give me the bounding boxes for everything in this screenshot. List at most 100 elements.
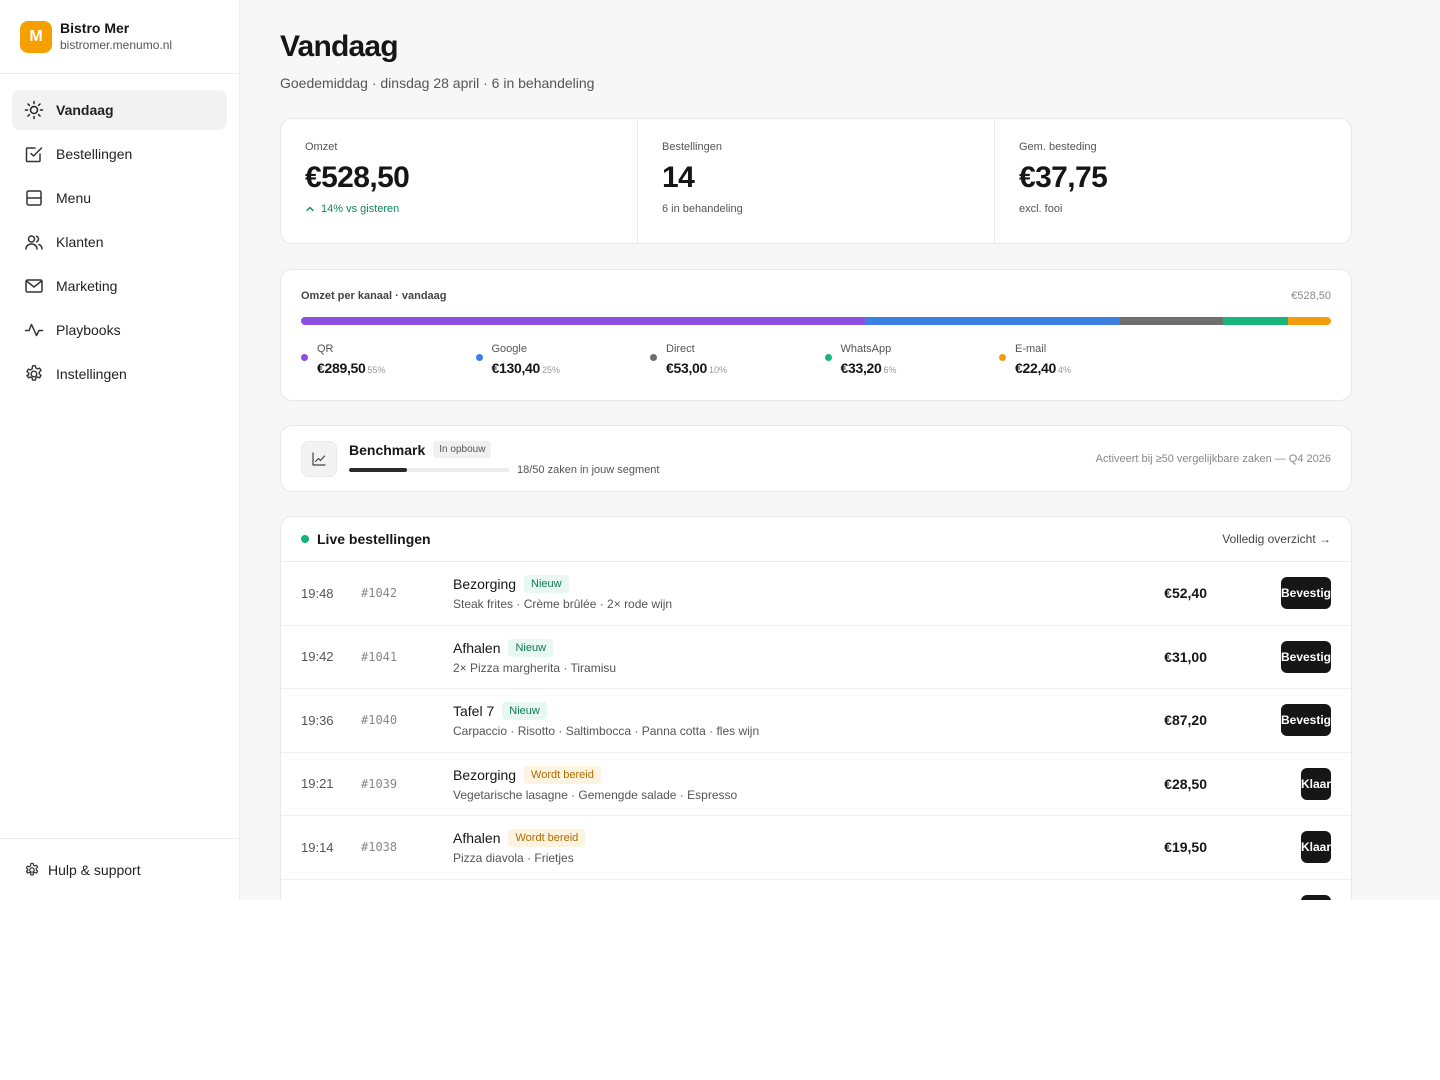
channel-legend-item: Direct €53,00 10% bbox=[650, 343, 825, 378]
sidebar-item-marketing[interactable]: Marketing bbox=[12, 266, 227, 306]
ready-button[interactable]: Klaar bbox=[1301, 831, 1331, 864]
stat-label: Gem. besteding bbox=[1019, 141, 1097, 153]
ready-button[interactable] bbox=[1301, 894, 1331, 900]
order-status-badge: Nieuw bbox=[524, 575, 569, 594]
users-icon bbox=[24, 232, 44, 252]
status-badge: In opbouw bbox=[433, 441, 492, 458]
benchmark-progress-bar bbox=[349, 468, 509, 472]
channel-legend-item: E-mail €22,40 4% bbox=[999, 343, 1174, 378]
order-type: Bezorging bbox=[453, 766, 517, 783]
stats-card: Omzet €528,50 14% vs gisteren Bestelling… bbox=[280, 118, 1352, 244]
channel-bar-segment bbox=[1119, 317, 1223, 325]
channel-dot bbox=[301, 354, 308, 361]
stat-trend: 14% vs gisteren bbox=[305, 203, 613, 215]
channel-value: €130,40 bbox=[491, 360, 541, 376]
confirm-button[interactable]: Bevestig bbox=[1281, 640, 1331, 673]
order-id: #1039 bbox=[361, 776, 398, 791]
channel-bar-segment bbox=[1222, 317, 1288, 325]
order-items: Carpaccio · Risotto · Saltimbocca · Pann… bbox=[453, 724, 760, 739]
channel-value: €53,00 bbox=[666, 360, 708, 376]
order-items: Vegetarische lasagne · Gemengde salade ·… bbox=[453, 787, 738, 802]
order-type: Afhalen bbox=[453, 639, 501, 656]
stat-orders: Bestellingen 14 6 in behandeling bbox=[638, 119, 995, 243]
stat-value: €37,75 bbox=[1019, 161, 1108, 194]
stat-label: Bestellingen bbox=[662, 141, 722, 153]
order-amount: €52,40 bbox=[1164, 585, 1207, 602]
order-type: Tafel 7 bbox=[453, 703, 495, 720]
channel-dot bbox=[650, 354, 657, 361]
order-row[interactable]: 19:14 #1038 Afhalen Wordt bereid Pizza diavo… bbox=[281, 816, 1351, 880]
sidebar-item-label: Instellingen bbox=[56, 366, 127, 382]
confirm-button[interactable]: Bevestig bbox=[1281, 704, 1331, 737]
sidebar-item-instellingen[interactable]: Instellingen bbox=[12, 354, 227, 394]
page-title: Vandaag bbox=[280, 30, 399, 63]
order-type: Bezorging bbox=[453, 576, 517, 593]
order-amount: €19,50 bbox=[1164, 839, 1207, 856]
order-row[interactable]: 19:48 #1042 Bezorging Nieuw Steak frites · C… bbox=[281, 562, 1351, 626]
channel-total: €528,50 bbox=[1291, 290, 1331, 302]
benchmark-note: Activeert bij ≥50 vergelijkbare zaken — … bbox=[1095, 452, 1331, 465]
channel-dot bbox=[999, 354, 1006, 361]
channel-percent: 10% bbox=[709, 365, 728, 375]
order-amount: €87,20 bbox=[1164, 712, 1207, 729]
app: M Bistro Mer bistromer.menumo.nl Vandaag… bbox=[0, 0, 1440, 900]
channel-name: QR bbox=[317, 343, 334, 355]
sidebar-item-vandaag[interactable]: Vandaag bbox=[12, 90, 227, 130]
channel-percent: 55% bbox=[367, 365, 386, 375]
brand-logo: M bbox=[20, 20, 52, 53]
channel-legend: QR €289,50 55% Google €130,40 25% Direct €53,00… bbox=[301, 343, 1331, 378]
stat-trend-label: 14% vs gisteren bbox=[321, 203, 400, 215]
order-row[interactable]: Tafel 3Wordt bereid bbox=[281, 880, 1351, 900]
order-amount: €28,50 bbox=[1164, 775, 1207, 792]
order-status-badge: Nieuw bbox=[508, 638, 554, 657]
ready-button[interactable]: Klaar bbox=[1301, 767, 1331, 800]
channel-card-title: Omzet per kanaal · vandaag bbox=[301, 290, 447, 302]
order-time: 19:14 bbox=[301, 839, 334, 855]
order-row[interactable]: 19:42 #1041 Afhalen Nieuw 2× Pizza margherit… bbox=[281, 626, 1351, 689]
order-items: 2× Pizza margherita · Tiramisu bbox=[453, 660, 617, 675]
main-content: Vandaag Goedemiddag · dinsdag 28 april ·… bbox=[240, 0, 1440, 900]
full-overview-link[interactable]: Volledig overzicht → bbox=[1222, 532, 1331, 546]
gear-icon bbox=[24, 862, 40, 878]
order-type: Afhalen bbox=[453, 830, 501, 847]
stat-label: Omzet bbox=[305, 141, 338, 153]
order-id: #1042 bbox=[361, 586, 398, 601]
order-status-badge: Wordt bereid bbox=[508, 829, 586, 848]
sidebar-item-label: Menu bbox=[56, 190, 92, 206]
channel-percent: 4% bbox=[1058, 365, 1072, 375]
sidebar-item-menu[interactable]: Menu bbox=[12, 178, 227, 218]
order-row[interactable]: 19:21 #1039 Bezorging Wordt bereid Vegetaris… bbox=[281, 753, 1351, 816]
sidebar-item-label: Vandaag bbox=[56, 102, 114, 118]
sidebar-item-bestellingen[interactable]: Bestellingen bbox=[12, 134, 227, 174]
benchmark-card: Benchmark In opbouw 18/50 zaken in jouw … bbox=[280, 425, 1352, 492]
sidebar-item-label: Playbooks bbox=[56, 322, 121, 338]
channel-legend-item: WhatsApp €33,20 6% bbox=[824, 343, 1000, 378]
channel-revenue-card: Omzet per kanaal · vandaag €528,50 QR €28… bbox=[280, 269, 1352, 401]
channel-value: €289,50 bbox=[317, 360, 366, 376]
sidebar-item-playbooks[interactable]: Playbooks bbox=[12, 310, 227, 350]
channel-value: €22,40 bbox=[1015, 360, 1057, 376]
sidebar-nav: Vandaag Bestellingen Menu Klanten Market… bbox=[0, 74, 239, 414]
channel-name: Direct bbox=[666, 343, 695, 355]
brand-name: Bistro Mer bbox=[60, 20, 130, 36]
benchmark-progress-fill bbox=[349, 468, 407, 472]
stat-value: €528,50 bbox=[305, 161, 410, 194]
page-subtitle: Goedemiddag · dinsdag 28 april · 6 in be… bbox=[280, 75, 595, 91]
order-items: Pizza diavola · Frietjes bbox=[453, 851, 574, 866]
chevron-up-icon bbox=[305, 204, 315, 214]
brand[interactable]: M Bistro Mer bistromer.menumo.nl bbox=[0, 0, 239, 74]
order-id: #1038 bbox=[361, 840, 398, 855]
sidebar-item-klanten[interactable]: Klanten bbox=[12, 222, 227, 262]
order-time: 19:42 bbox=[301, 649, 334, 665]
order-row[interactable]: 19:36 #1040 Tafel 7 Nieuw Carpaccio · Risott… bbox=[281, 689, 1351, 753]
channel-percent: 25% bbox=[542, 365, 561, 375]
channel-percent: 6% bbox=[883, 365, 897, 375]
confirm-button[interactable]: Bevestig bbox=[1281, 577, 1331, 610]
channel-name: E-mail bbox=[1015, 343, 1047, 355]
channel-legend-item: Google €130,40 25% bbox=[475, 343, 651, 378]
channel-name: WhatsApp bbox=[840, 343, 892, 355]
mail-icon bbox=[24, 276, 44, 296]
sidebar: M Bistro Mer bistromer.menumo.nl Vandaag… bbox=[0, 0, 240, 900]
sidebar-item-label: Marketing bbox=[56, 278, 118, 294]
help-support-link[interactable]: Hulp & support bbox=[0, 838, 239, 900]
